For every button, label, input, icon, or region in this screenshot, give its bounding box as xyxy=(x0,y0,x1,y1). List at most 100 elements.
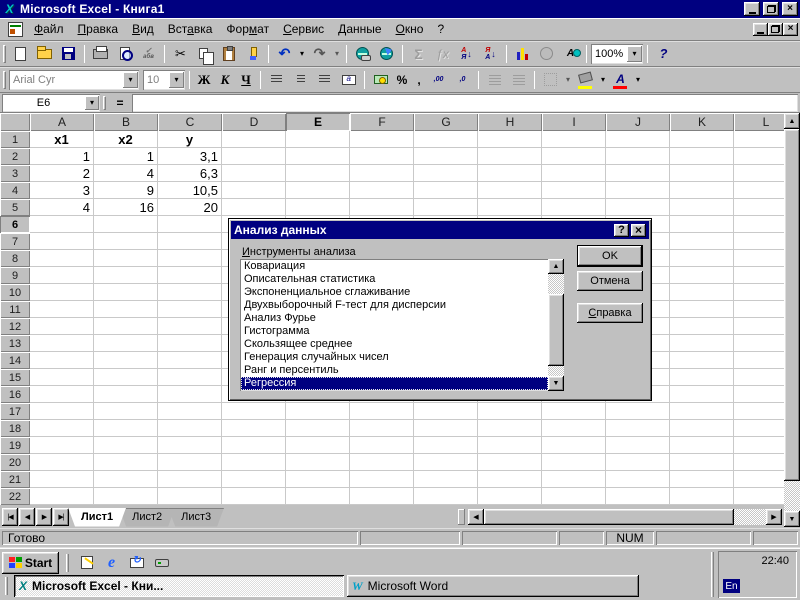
workbook-icon[interactable] xyxy=(8,22,23,37)
cell-F22[interactable] xyxy=(350,488,414,505)
cell-G4[interactable] xyxy=(414,182,478,199)
row-header-9[interactable]: 9 xyxy=(0,267,30,284)
row-header-11[interactable]: 11 xyxy=(0,301,30,318)
restore-button[interactable] xyxy=(763,2,779,16)
cell-D17[interactable] xyxy=(222,403,286,420)
cell-A15[interactable] xyxy=(30,369,94,386)
cell-F4[interactable] xyxy=(350,182,414,199)
clock[interactable]: 22:40 xyxy=(718,551,797,567)
open-button[interactable] xyxy=(33,43,56,65)
cell-B9[interactable] xyxy=(94,267,158,284)
horizontal-scrollbar[interactable]: ◀ ▶ xyxy=(468,509,782,525)
cell-F5[interactable] xyxy=(350,199,414,216)
cell-D3[interactable] xyxy=(222,165,286,182)
channels-shortcut[interactable] xyxy=(76,553,97,573)
cell-A6[interactable] xyxy=(30,216,94,233)
cell-B3[interactable]: 4 xyxy=(94,165,158,182)
scroll-up-button[interactable]: ▲ xyxy=(784,113,800,129)
increase-decimal-button[interactable]: ,00 xyxy=(427,69,450,91)
row-header-13[interactable]: 13 xyxy=(0,335,30,352)
listbox-scrollbar[interactable]: ▲ ▼ xyxy=(548,259,564,391)
cell-H4[interactable] xyxy=(478,182,542,199)
cell-H2[interactable] xyxy=(478,148,542,165)
row-header-17[interactable]: 17 xyxy=(0,403,30,420)
drawing-button[interactable]: A xyxy=(559,43,582,65)
row-header-5[interactable]: 5 xyxy=(0,199,30,216)
cell-C16[interactable] xyxy=(158,386,222,403)
row-header-3[interactable]: 3 xyxy=(0,165,30,182)
cell-A16[interactable] xyxy=(30,386,94,403)
autosum-button[interactable]: Σ xyxy=(407,43,430,65)
cell-A20[interactable] xyxy=(30,454,94,471)
cell-J22[interactable] xyxy=(606,488,670,505)
analysis-tool-item-5[interactable]: Анализ Фурье xyxy=(241,312,548,325)
cell-B18[interactable] xyxy=(94,420,158,437)
cell-K4[interactable] xyxy=(670,182,734,199)
cell-G5[interactable] xyxy=(414,199,478,216)
toolbar-grip[interactable] xyxy=(3,71,6,89)
redo-button[interactable]: ↷ xyxy=(308,43,331,65)
cell-I17[interactable] xyxy=(542,403,606,420)
bold-button[interactable]: Ж xyxy=(194,69,214,91)
cell-B22[interactable] xyxy=(94,488,158,505)
cell-C10[interactable] xyxy=(158,284,222,301)
minimize-button[interactable] xyxy=(744,2,760,16)
excel-app-icon[interactable]: X xyxy=(2,3,17,16)
listbox-scroll-thumb[interactable] xyxy=(548,294,564,366)
cell-C5[interactable]: 20 xyxy=(158,199,222,216)
cell-B2[interactable]: 1 xyxy=(94,148,158,165)
cell-C7[interactable] xyxy=(158,233,222,250)
sheet-tab-Лист3[interactable]: Лист3 xyxy=(168,508,224,527)
cell-C2[interactable]: 3,1 xyxy=(158,148,222,165)
analysis-tool-item-2[interactable]: Описательная статистика xyxy=(241,273,548,286)
cell-D1[interactable] xyxy=(222,131,286,148)
sort-ascending-button[interactable]: АЯ↓ xyxy=(455,43,478,65)
cell-B13[interactable] xyxy=(94,335,158,352)
decrease-decimal-button[interactable]: ,0 xyxy=(451,69,474,91)
cell-A18[interactable] xyxy=(30,420,94,437)
row-header-8[interactable]: 8 xyxy=(0,250,30,267)
vertical-scrollbar[interactable]: ▲ ▼ xyxy=(784,113,800,527)
cell-I2[interactable] xyxy=(542,148,606,165)
cell-K14[interactable] xyxy=(670,352,734,369)
cell-G2[interactable] xyxy=(414,148,478,165)
cell-K1[interactable] xyxy=(670,131,734,148)
zoom-combobox[interactable]: 100% ▾ xyxy=(591,44,643,64)
cell-C20[interactable] xyxy=(158,454,222,471)
cell-A5[interactable]: 4 xyxy=(30,199,94,216)
cell-I20[interactable] xyxy=(542,454,606,471)
cell-H1[interactable] xyxy=(478,131,542,148)
cell-A7[interactable] xyxy=(30,233,94,250)
cell-C19[interactable] xyxy=(158,437,222,454)
cell-A3[interactable]: 2 xyxy=(30,165,94,182)
cell-H5[interactable] xyxy=(478,199,542,216)
taskband-grip[interactable] xyxy=(5,577,8,595)
next-sheet-button[interactable]: ▶ xyxy=(36,508,52,526)
help-button[interactable]: Справка xyxy=(577,303,643,323)
listbox-scroll-up-button[interactable]: ▲ xyxy=(548,259,564,274)
listbox-scroll-track[interactable] xyxy=(548,274,564,294)
cell-K3[interactable] xyxy=(670,165,734,182)
show-desktop-shortcut[interactable] xyxy=(151,553,172,573)
cell-C21[interactable] xyxy=(158,471,222,488)
font-size-combobox[interactable]: 10 ▾ xyxy=(143,70,185,90)
cell-K6[interactable] xyxy=(670,216,734,233)
cell-F3[interactable] xyxy=(350,165,414,182)
cell-D2[interactable] xyxy=(222,148,286,165)
cell-D19[interactable] xyxy=(222,437,286,454)
start-button[interactable]: Start xyxy=(2,552,59,574)
cell-K12[interactable] xyxy=(670,318,734,335)
column-header-E[interactable]: E xyxy=(286,113,350,131)
cell-E1[interactable] xyxy=(286,131,350,148)
cell-C4[interactable]: 10,5 xyxy=(158,182,222,199)
horizontal-scroll-thumb[interactable] xyxy=(484,509,734,525)
menu-Вставка[interactable]: Вставка xyxy=(161,19,220,39)
cell-I4[interactable] xyxy=(542,182,606,199)
cell-A12[interactable] xyxy=(30,318,94,335)
cell-C8[interactable] xyxy=(158,250,222,267)
cell-B21[interactable] xyxy=(94,471,158,488)
cell-H17[interactable] xyxy=(478,403,542,420)
cell-A4[interactable]: 3 xyxy=(30,182,94,199)
cell-K18[interactable] xyxy=(670,420,734,437)
office-assistant-button[interactable]: ? xyxy=(652,43,675,65)
